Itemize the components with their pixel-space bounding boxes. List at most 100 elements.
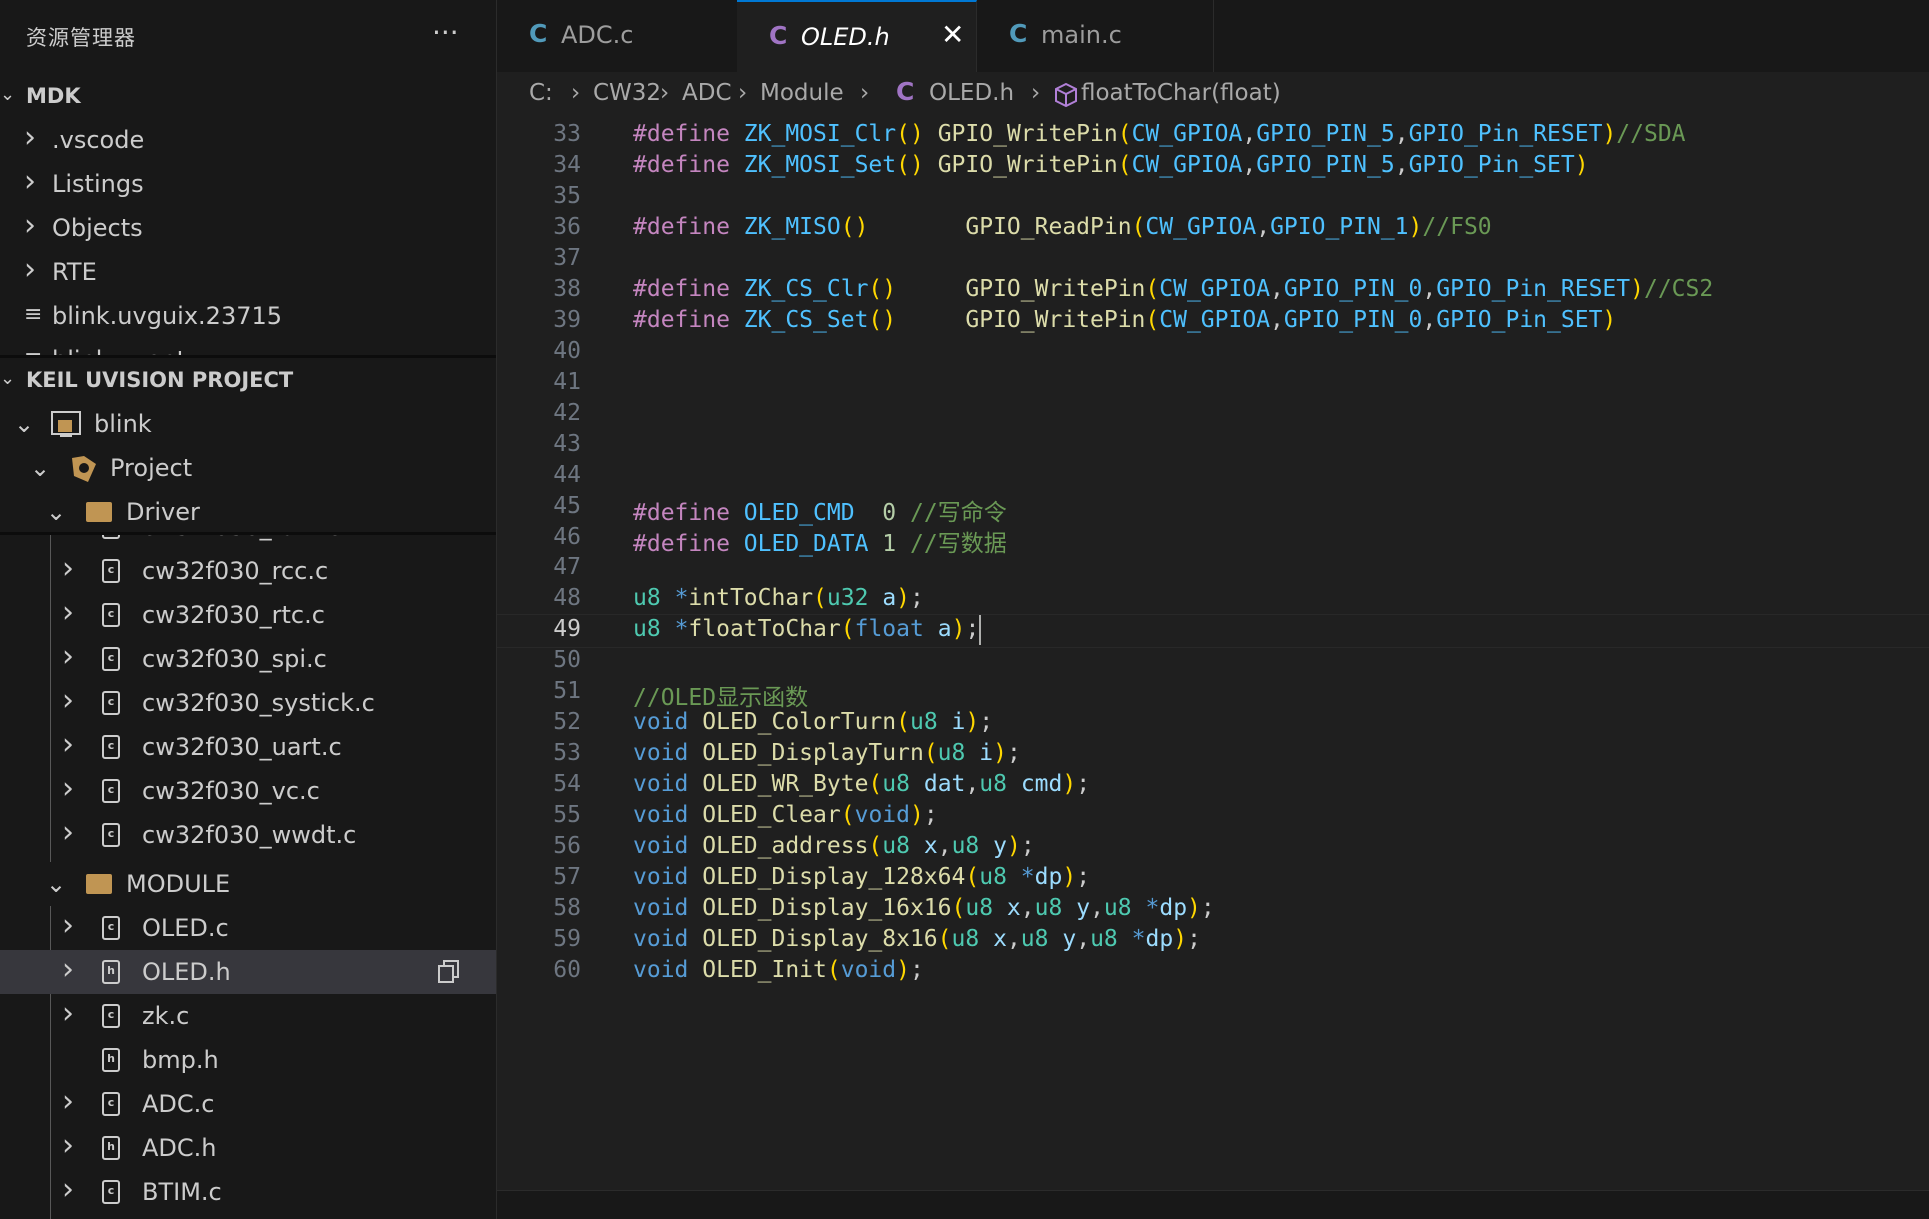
- tree-item-file[interactable]: › c cw32f030_spi.c: [0, 637, 496, 681]
- code-line[interactable]: #define ZK_CS_Clr() GPIO_WritePin(CW_GPI…: [633, 276, 1713, 302]
- breadcrumb-file[interactable]: OLED.h: [929, 80, 1014, 106]
- copy-icon[interactable]: [436, 958, 462, 988]
- c-file-icon: c: [102, 647, 120, 671]
- code-line[interactable]: void OLED_Display_128x64(u8 *dp);: [633, 864, 1090, 890]
- folder-icon: [86, 874, 112, 894]
- chevron-right-icon: ›: [1031, 80, 1041, 106]
- c-file-icon: c: [102, 779, 120, 803]
- tree-item-file[interactable]: › c cw32f030_ram.c: [0, 535, 496, 549]
- tree-item-label: blink: [94, 410, 152, 438]
- breadcrumb-cw32[interactable]: CW32: [593, 80, 661, 106]
- tree-item-rte[interactable]: › RTE: [0, 250, 496, 294]
- chevron-right-icon: ›: [62, 771, 74, 806]
- code-line[interactable]: #define ZK_MOSI_Set() GPIO_WritePin(CW_G…: [633, 152, 1589, 178]
- tab-main-c[interactable]: C main.c: [977, 0, 1214, 72]
- chevron-right-icon: ›: [860, 80, 870, 106]
- c-file-icon: C: [529, 19, 548, 48]
- code-line[interactable]: #define ZK_MOSI_Clr() GPIO_WritePin(CW_G…: [633, 121, 1686, 147]
- breadcrumb-symbol[interactable]: floatToChar(float): [1081, 80, 1281, 106]
- breadcrumb-module[interactable]: Module: [760, 80, 844, 106]
- code-line[interactable]: void OLED_Clear(void);: [633, 802, 938, 828]
- line-number: 51: [553, 678, 581, 705]
- tree-item-label: blink.uvguix.23715: [52, 302, 283, 330]
- section-keil[interactable]: ⌄ KEIL UVISION PROJECT: [0, 358, 496, 402]
- chevron-right-icon: ›: [62, 535, 74, 542]
- line-number: 52: [553, 709, 581, 736]
- code-line[interactable]: void OLED_WR_Byte(u8 dat,u8 cmd);: [633, 771, 1090, 797]
- tree-item-blink-uvguix-23715[interactable]: ≡ blink.uvguix.23715: [0, 294, 496, 338]
- symbol-method-icon: [1053, 82, 1079, 114]
- code-line[interactable]: #define OLED_CMD 0 //写命令: [633, 493, 1007, 527]
- c-file-icon: c: [102, 735, 120, 759]
- h-file-icon: C: [896, 77, 915, 106]
- code-line[interactable]: void OLED_address(u8 x,u8 y);: [633, 833, 1035, 859]
- tree-item-project[interactable]: ⌄ Project: [0, 446, 496, 490]
- chevron-right-icon: ›: [62, 639, 74, 674]
- c-file-icon: c: [102, 823, 120, 847]
- code-line[interactable]: void OLED_DisplayTurn(u8 i);: [633, 740, 1021, 766]
- tree-item-label: BTIM.c: [142, 1178, 222, 1206]
- tree-item-objects[interactable]: › Objects: [0, 206, 496, 250]
- code-line[interactable]: u8 *intToChar(u32 a);: [633, 585, 924, 611]
- code-line[interactable]: void OLED_Display_8x16(u8 x,u8 y,u8 *dp)…: [633, 926, 1201, 952]
- h-file-icon: h: [102, 1136, 120, 1160]
- tree-item-btim-c[interactable]: › c BTIM.c: [0, 1170, 496, 1214]
- c-file-icon: C: [1009, 19, 1028, 48]
- close-icon[interactable]: ✕: [941, 18, 964, 51]
- tree-item-listings[interactable]: › Listings: [0, 162, 496, 206]
- chevron-right-icon: ›: [738, 80, 748, 106]
- code-line[interactable]: void OLED_Init(void);: [633, 957, 924, 983]
- line-number: 40: [553, 337, 581, 364]
- line-number: 58: [553, 894, 581, 921]
- breadcrumb-drive[interactable]: C:: [529, 80, 553, 106]
- tree-item-driver[interactable]: ⌄ Driver: [0, 490, 496, 534]
- line-number: 43: [553, 430, 581, 457]
- tab-adc-c[interactable]: C ADC.c: [497, 0, 738, 72]
- line-number: 37: [553, 245, 581, 272]
- tab-oled-h[interactable]: C OLED.h ✕: [737, 0, 977, 72]
- tree-item-adc-c[interactable]: › c ADC.c: [0, 1082, 496, 1126]
- code-line[interactable]: #define OLED_DATA 1 //写数据: [633, 524, 1007, 558]
- chevron-right-icon: ›: [62, 815, 74, 850]
- code-line[interactable]: #define ZK_MISO() GPIO_ReadPin(CW_GPIOA,…: [633, 214, 1492, 240]
- tree-item-label: cw32f030_uart.c: [142, 733, 342, 761]
- tree-item-oled-c[interactable]: › c OLED.c: [0, 906, 496, 950]
- tree-item--vscode[interactable]: › .vscode: [0, 118, 496, 162]
- line-number: 35: [553, 183, 581, 210]
- c-file-icon: c: [102, 1180, 120, 1204]
- code-editor[interactable]: 3233343536373839404142434445464748495051…: [497, 118, 1929, 1190]
- code-line[interactable]: void OLED_ColorTurn(u8 i);: [633, 709, 993, 735]
- breadcrumb-adc[interactable]: ADC: [682, 80, 732, 106]
- panel-edge: [497, 1190, 1929, 1219]
- chevron-right-icon: ›: [62, 595, 74, 630]
- code-line[interactable]: u8 *floatToChar(float a);: [633, 616, 979, 642]
- tree-item-blink[interactable]: ⌄ blink: [0, 402, 496, 446]
- code-line[interactable]: void OLED_Display_16x16(u8 x,u8 y,u8 *dp…: [633, 895, 1215, 921]
- tree-item-file[interactable]: › c cw32f030_systick.c: [0, 681, 496, 725]
- tree-item-module[interactable]: ⌄ MODULE: [0, 862, 496, 906]
- tree-item-file[interactable]: › c cw32f030_uart.c: [0, 725, 496, 769]
- tree-item-zk-c[interactable]: › c zk.c: [0, 994, 496, 1038]
- tree-item-label: cw32f030_rtc.c: [142, 601, 325, 629]
- tree-item-label: bmp.h: [142, 1046, 219, 1074]
- code-line[interactable]: #define ZK_CS_Set() GPIO_WritePin(CW_GPI…: [633, 307, 1616, 333]
- line-number: 59: [553, 925, 581, 952]
- tree-item-file[interactable]: › c cw32f030_rcc.c: [0, 549, 496, 593]
- tree-item-label: OLED.h: [142, 958, 231, 986]
- line-number: 55: [553, 801, 581, 828]
- tree-item-oled-h[interactable]: › h OLED.h: [0, 950, 496, 994]
- tree-item-bmp-h[interactable]: h bmp.h: [0, 1038, 496, 1082]
- tree-item-file[interactable]: › c cw32f030_wwdt.c: [0, 813, 496, 857]
- tree-item-blink-uvoptx[interactable]: ≡ blink.uvoptx: [0, 338, 496, 355]
- tree-item-label: RTE: [52, 258, 97, 286]
- tree-item-file[interactable]: › c cw32f030_vc.c: [0, 769, 496, 813]
- tree-item-label: cw32f030_spi.c: [142, 645, 327, 673]
- h-file-icon: h: [102, 960, 120, 984]
- tree-item-label: blink.uvoptx: [52, 346, 200, 355]
- tree-item-adc-h[interactable]: › h ADC.h: [0, 1126, 496, 1170]
- code-line[interactable]: //OLED显示函数: [633, 678, 808, 712]
- c-file-icon: c: [102, 691, 120, 715]
- tree-item-file[interactable]: › c cw32f030_rtc.c: [0, 593, 496, 637]
- chevron-right-icon: ›: [62, 1084, 74, 1119]
- chevron-right-icon: ›: [24, 120, 36, 155]
